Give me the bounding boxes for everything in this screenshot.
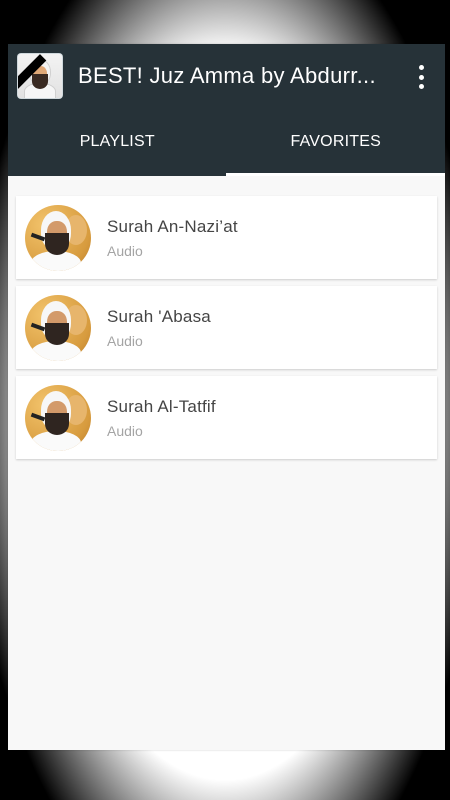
app-bar: BEST! Juz Amma by Abdurr... PLAYLIST FAV…: [8, 44, 445, 176]
reciter-thumbnail: [25, 294, 91, 361]
app-screen: BEST! Juz Amma by Abdurr... PLAYLIST FAV…: [8, 44, 445, 750]
tab-indicator: [226, 173, 445, 176]
tab-playlist[interactable]: PLAYLIST: [8, 108, 227, 176]
app-icon[interactable]: [18, 54, 62, 98]
list-item[interactable]: Surah 'Abasa Audio: [16, 286, 437, 369]
reciter-thumbnail: [25, 204, 91, 271]
tab-favorites[interactable]: FAVORITES: [227, 108, 446, 176]
favorites-list: Surah An-Nazi’at Audio Surah 'Abasa Audi…: [8, 176, 445, 459]
tab-bar: PLAYLIST FAVORITES: [8, 108, 445, 176]
reciter-thumbnail: [25, 384, 91, 451]
app-title: BEST! Juz Amma by Abdurr...: [78, 63, 376, 88]
list-item-title: Surah An-Nazi’at: [107, 216, 238, 236]
list-item-subtitle: Audio: [107, 332, 143, 349]
toolbar: BEST! Juz Amma by Abdurr...: [8, 44, 445, 108]
list-item[interactable]: Surah An-Nazi’at Audio: [16, 196, 437, 279]
list-item-subtitle: Audio: [107, 422, 143, 439]
more-vert-icon[interactable]: [417, 65, 425, 89]
list-item-subtitle: Audio: [107, 242, 143, 259]
list-item-title: Surah Al-Tatfif: [107, 396, 216, 416]
list-item-title: Surah 'Abasa: [107, 306, 211, 326]
list-item[interactable]: Surah Al-Tatfif Audio: [16, 376, 437, 459]
